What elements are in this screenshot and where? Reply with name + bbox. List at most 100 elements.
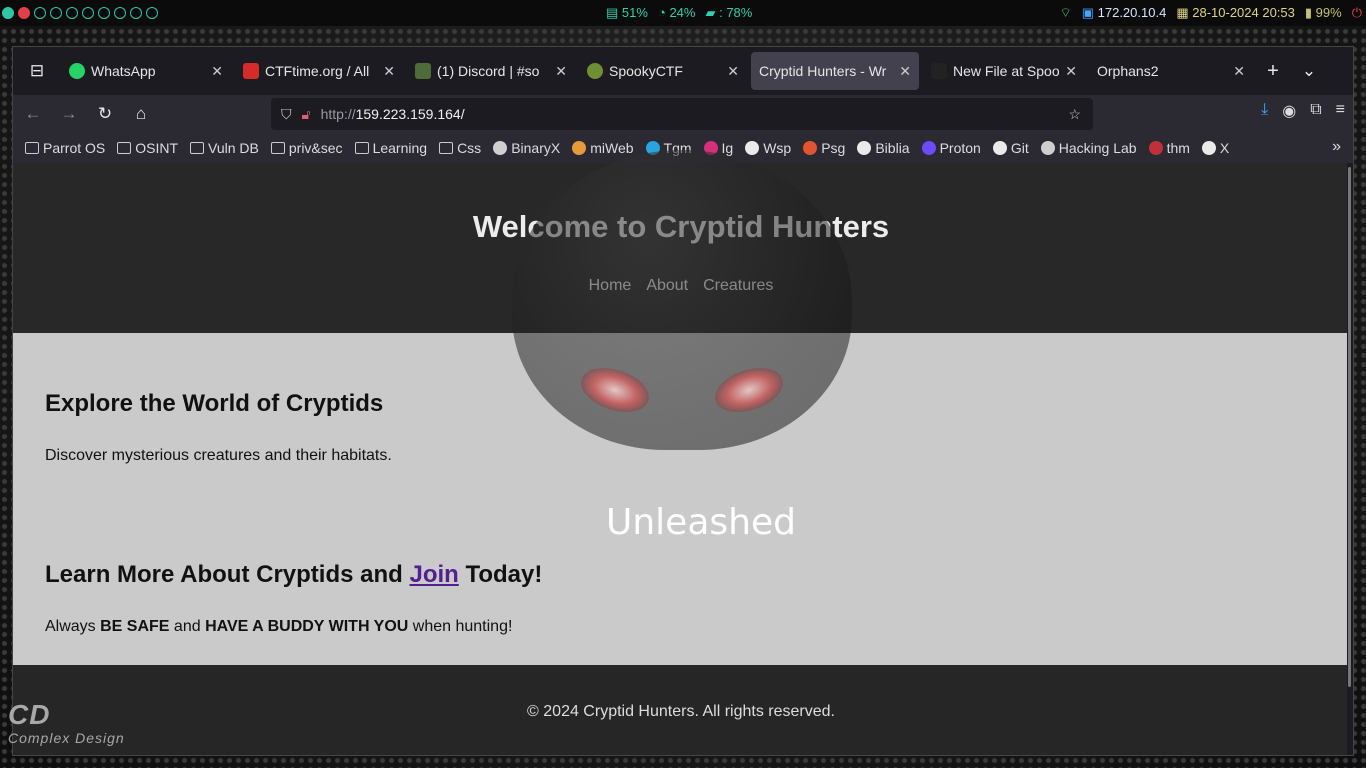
extensions-icon[interactable]: ⧉ <box>1310 101 1321 121</box>
folder-icon <box>25 142 39 154</box>
bookmark-item[interactable]: Tgm <box>645 140 692 156</box>
tab-strip: ⊟ WhatsApp ✕ CTFtime.org / All ✕ (1) Dis… <box>13 47 1353 95</box>
main-content: Explore the World of Cryptids Discover m… <box>13 333 1349 665</box>
workspace-icon[interactable] <box>2 7 14 19</box>
bookmark-item[interactable]: Learning <box>354 140 427 156</box>
wifi-icon: ⌔ <box>1059 5 1072 20</box>
gauge-icon: ◔ <box>657 5 666 20</box>
tab-ctftime[interactable]: CTFtime.org / All ✕ <box>235 52 403 90</box>
menu-icon[interactable]: ≡ <box>1336 101 1345 121</box>
bookmark-item[interactable]: X <box>1201 140 1230 156</box>
bookmark-item[interactable]: OSINT <box>117 140 178 156</box>
forward-arrow-icon[interactable]: → <box>53 98 85 130</box>
close-icon[interactable]: ✕ <box>211 63 223 80</box>
account-icon[interactable]: ◉ <box>1282 101 1296 121</box>
bookmark-item[interactable]: Vuln DB <box>190 140 259 156</box>
browser-window: ⊟ WhatsApp ✕ CTFtime.org / All ✕ (1) Dis… <box>12 46 1354 756</box>
close-icon[interactable]: ✕ <box>727 63 739 80</box>
folder-icon <box>190 142 205 154</box>
bookmark-item[interactable]: Psg <box>803 140 845 156</box>
tab-new-file[interactable]: New File at Spool ✕ <box>923 52 1085 90</box>
bookmark-label: Git <box>1010 140 1029 156</box>
copyright-text: © 2024 Cryptid Hunters. All rights reser… <box>527 703 835 720</box>
power-icon[interactable]: ⏻ <box>1352 5 1362 21</box>
bookmarks-overflow-icon[interactable]: » <box>1332 138 1341 156</box>
x-icon <box>1201 141 1216 155</box>
miweb-icon <box>572 141 587 155</box>
datetime: ▦ 28-10-2024 20:53 <box>1176 5 1295 20</box>
bookmark-item[interactable]: Hacking Lab <box>1040 140 1137 156</box>
url-bar[interactable]: ⛉ 🔓︎ http://159.223.159.164/ ☆ <box>271 98 1093 130</box>
workspace-icon[interactable] <box>130 7 142 19</box>
buddy-emphasis: HAVE A BUDDY WITH YOU <box>205 618 409 635</box>
back-arrow-icon[interactable]: ← <box>17 98 49 130</box>
workspace-indicators[interactable] <box>0 7 158 19</box>
workspace-icon[interactable] <box>34 7 46 19</box>
downloads-icon[interactable]: ⤓ <box>1261 101 1268 121</box>
bookmark-item[interactable]: Biblia <box>857 140 910 156</box>
home-icon[interactable]: ⌂ <box>125 98 157 130</box>
workspace-icon[interactable] <box>66 7 78 19</box>
folder-icon <box>270 142 285 154</box>
list-all-tabs-icon[interactable]: ⌄ <box>1293 55 1325 87</box>
bookmark-item[interactable]: Proton <box>921 140 981 156</box>
close-icon[interactable]: ✕ <box>555 63 567 80</box>
bookmark-item[interactable]: BinaryX <box>493 140 560 156</box>
tab-manager-icon[interactable]: ⊟ <box>21 55 53 87</box>
bookmark-item[interactable]: miWeb <box>572 140 634 156</box>
bookmark-item[interactable]: Wsp <box>745 140 791 156</box>
page-scrollbar[interactable] <box>1347 163 1353 755</box>
url-host: 159.223.159.164/ <box>355 106 465 122</box>
workspace-icon[interactable] <box>18 7 30 19</box>
bookmark-label: Biblia <box>875 140 910 156</box>
reload-icon[interactable]: ↻ <box>89 98 121 130</box>
workspace-icon[interactable] <box>146 7 158 19</box>
ctftime-favicon-icon <box>243 63 259 79</box>
system-stats: ▤ 51% ◔ 24% ▰ : 78% <box>606 5 752 21</box>
bookmark-star-icon[interactable]: ☆ <box>1068 106 1081 123</box>
workspace-icon[interactable] <box>50 7 62 19</box>
close-icon[interactable]: ✕ <box>1065 63 1077 80</box>
nav-toolbar: ← → ↻ ⌂ ⛉ 🔓︎ http://159.223.159.164/ ☆ ⤓… <box>13 95 1353 133</box>
section-heading-learn: Learn More About Cryptids and Join Today… <box>45 561 543 588</box>
tab-discord[interactable]: (1) Discord | #so ✕ <box>407 52 575 90</box>
new-tab-icon[interactable]: + <box>1257 55 1289 87</box>
close-icon[interactable]: ✕ <box>1233 63 1245 80</box>
nav-link-creatures[interactable]: Creatures <box>703 277 773 295</box>
close-icon[interactable]: ✕ <box>383 63 395 80</box>
nav-link-about[interactable]: About <box>646 277 688 295</box>
close-icon[interactable]: ✕ <box>899 63 911 80</box>
section-heading-explore: Explore the World of Cryptids <box>45 390 384 417</box>
workspace-icon[interactable] <box>98 7 110 19</box>
url-scheme: http:// <box>320 106 356 122</box>
workspace-icon[interactable] <box>114 7 126 19</box>
insecure-lock-icon[interactable]: 🔓︎ <box>302 106 311 123</box>
bookmark-label: Proton <box>939 140 981 156</box>
scrollbar-thumb[interactable] <box>1348 167 1351 687</box>
bookmark-label: Parrot OS <box>43 140 106 156</box>
file-favicon-icon <box>931 63 947 79</box>
folder-icon <box>354 142 369 154</box>
bookmark-item[interactable]: Ig <box>703 140 733 156</box>
shield-icon[interactable]: ⛉ <box>281 106 292 123</box>
tab-whatsapp[interactable]: WhatsApp ✕ <box>61 52 231 90</box>
bookmark-label: X <box>1219 140 1230 156</box>
bookmark-item[interactable]: priv&sec <box>270 140 343 156</box>
page-title: Welcome to Cryptid Hunters <box>472 209 890 244</box>
wallpaper-complex-design-logo: CD Complex Design <box>8 699 125 747</box>
bookmark-item[interactable]: Git <box>992 140 1029 156</box>
workspace-icon[interactable] <box>82 7 94 19</box>
thm-icon <box>1148 141 1163 155</box>
bookmark-item[interactable]: Parrot OS <box>25 140 105 156</box>
join-link[interactable]: Join <box>409 561 458 588</box>
tab-cryptid-hunters[interactable]: Cryptid Hunters - Wr ✕ <box>751 52 919 90</box>
memory-icon: ▤ <box>606 5 619 20</box>
bookmark-item[interactable]: thm <box>1148 140 1190 156</box>
bookmark-item[interactable]: Css <box>439 140 481 156</box>
tab-spookyctf[interactable]: SpookyCTF ✕ <box>579 52 747 90</box>
nav-link-home[interactable]: Home <box>589 277 632 295</box>
system-bar: ▤ 51% ◔ 24% ▰ : 78% ⌔ ▣ 172.20.10.4 ▦ 28… <box>0 0 1366 26</box>
tab-orphans2[interactable]: Orphans2 ✕ <box>1089 52 1253 90</box>
toolbar-actions: ⤓ ◉ ⧉ ≡ <box>1261 101 1345 121</box>
globe-icon <box>1040 141 1055 155</box>
